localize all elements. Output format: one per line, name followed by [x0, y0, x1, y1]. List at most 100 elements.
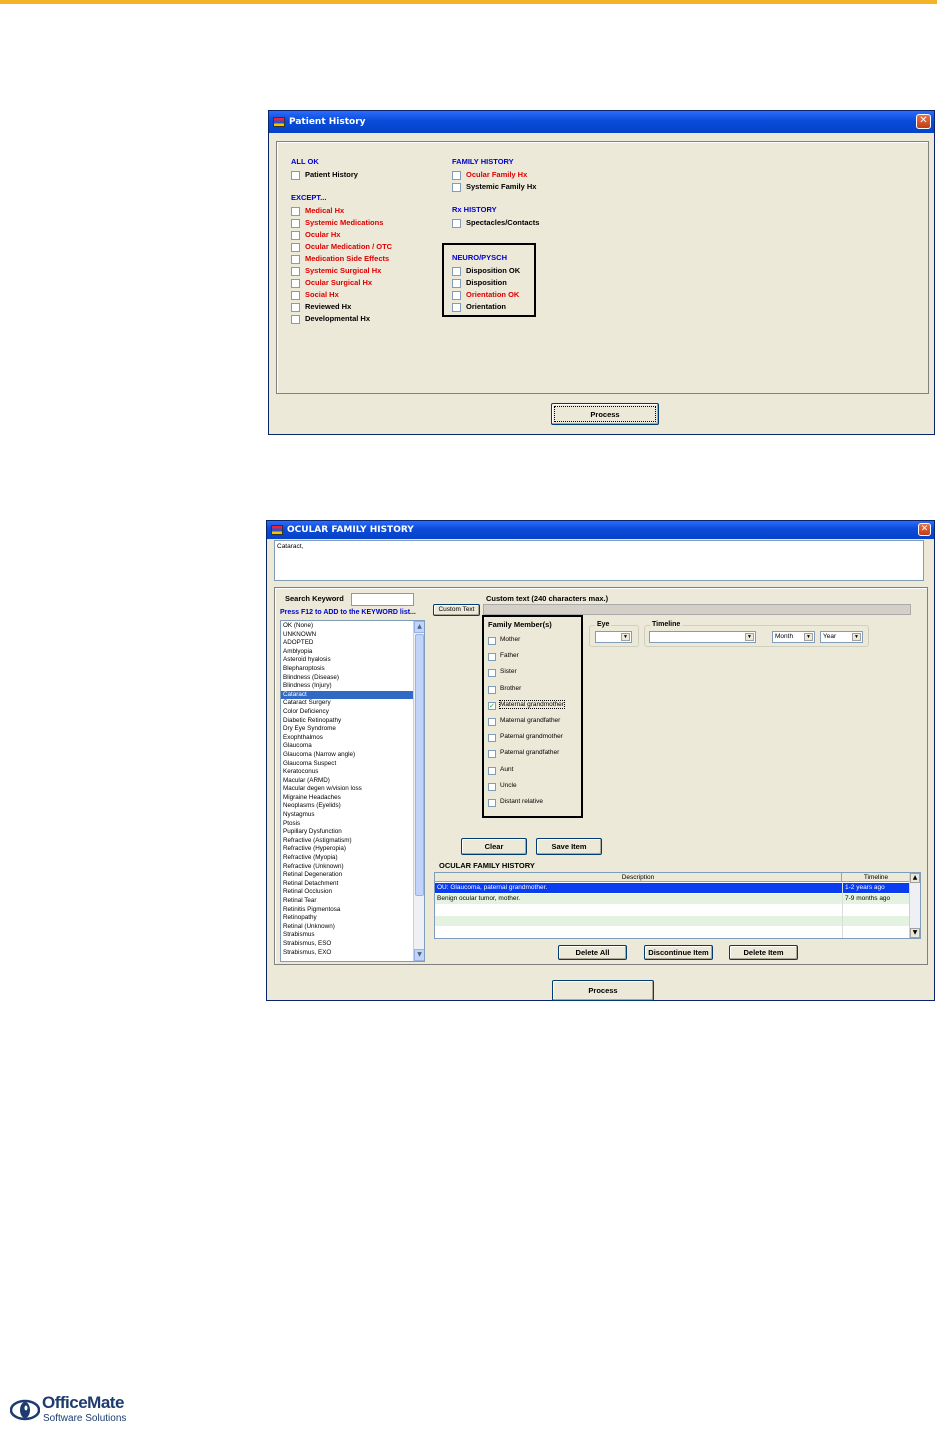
eye-select[interactable]: ▼: [595, 631, 632, 643]
list-item[interactable]: Asteroid hyalosis: [281, 656, 414, 665]
list-item[interactable]: Macular (ARMD): [281, 777, 414, 786]
list-item[interactable]: Retinal Detachment: [281, 880, 414, 889]
checkbox[interactable]: [291, 279, 300, 288]
list-item[interactable]: Blindness (Injury): [281, 682, 414, 691]
keyword-scrollbar[interactable]: ▲ ▼: [413, 621, 424, 961]
checkbox[interactable]: [452, 291, 461, 300]
checked-checkbox[interactable]: ✓: [488, 701, 496, 710]
list-item[interactable]: Retinal Occlusion: [281, 888, 414, 897]
scroll-up-icon[interactable]: ▲: [414, 621, 424, 633]
process-button[interactable]: Process: [551, 403, 659, 425]
table-row[interactable]: [435, 927, 909, 937]
scroll-up-icon[interactable]: ▲: [910, 873, 920, 883]
summary-textarea[interactable]: Cataract,: [274, 540, 924, 581]
clear-button[interactable]: Clear: [461, 838, 527, 855]
checkbox[interactable]: [452, 267, 461, 276]
checkbox[interactable]: [452, 303, 461, 312]
history-scrollbar[interactable]: ▲ ▼: [909, 873, 920, 938]
scroll-down-icon[interactable]: ▼: [910, 928, 920, 938]
scroll-down-icon[interactable]: ▼: [414, 949, 424, 961]
list-item[interactable]: Retinal (Unknown): [281, 923, 414, 932]
list-item[interactable]: Macular degen w/vision loss: [281, 785, 414, 794]
year-select[interactable]: Year ▼: [820, 631, 863, 643]
list-item[interactable]: Nystagmus: [281, 811, 414, 820]
list-item[interactable]: Strabismus: [281, 931, 414, 940]
list-item[interactable]: Glaucoma (Narrow angle): [281, 751, 414, 760]
search-keyword-input[interactable]: [351, 593, 414, 606]
list-item[interactable]: Blindness (Disease): [281, 674, 414, 683]
custom-text-button[interactable]: Custom Text: [433, 604, 480, 616]
checkbox[interactable]: [291, 291, 300, 300]
list-item[interactable]: OK (None): [281, 622, 414, 631]
list-item[interactable]: Refractive (Myopia): [281, 854, 414, 863]
list-item[interactable]: Refractive (Hyperopia): [281, 845, 414, 854]
list-item[interactable]: Cataract Surgery: [281, 699, 414, 708]
list-item[interactable]: ADOPTED: [281, 639, 414, 648]
timeline-select[interactable]: ▼: [649, 631, 756, 643]
list-item[interactable]: Retinitis Pigmentosa: [281, 906, 414, 915]
table-row[interactable]: [435, 905, 909, 915]
title-bar[interactable]: Patient History ✕: [269, 111, 934, 133]
checkbox[interactable]: [488, 750, 496, 759]
chevron-down-icon[interactable]: ▼: [745, 633, 754, 641]
checkbox[interactable]: [291, 315, 300, 324]
list-item[interactable]: Migraine Headaches: [281, 794, 414, 803]
save-item-button[interactable]: Save Item: [536, 838, 602, 855]
process-button[interactable]: Process: [552, 980, 654, 1001]
list-item[interactable]: Pupillary Dysfunction: [281, 828, 414, 837]
close-icon[interactable]: ✕: [918, 523, 931, 536]
list-item[interactable]: Retinal Tear: [281, 897, 414, 906]
chevron-down-icon[interactable]: ▼: [852, 633, 861, 641]
list-item[interactable]: Neoplasms (Eyelids): [281, 802, 414, 811]
checkbox[interactable]: [452, 279, 461, 288]
col-description[interactable]: Description: [435, 873, 842, 882]
checkbox[interactable]: [291, 267, 300, 276]
checkbox[interactable]: [488, 718, 496, 726]
list-item[interactable]: Retinal Degeneration: [281, 871, 414, 880]
list-item[interactable]: Dry Eye Syndrome: [281, 725, 414, 734]
list-item[interactable]: Blepharoptosis: [281, 665, 414, 674]
list-item[interactable]: UNKNOWN: [281, 631, 414, 640]
list-item[interactable]: Strabismus, EXO: [281, 949, 414, 958]
checkbox[interactable]: [452, 171, 461, 180]
discontinue-item-button[interactable]: Discontinue Item: [644, 945, 713, 960]
title-bar[interactable]: OCULAR FAMILY HISTORY ✕: [267, 521, 934, 539]
checkbox[interactable]: [488, 653, 496, 662]
delete-all-button[interactable]: Delete All: [558, 945, 627, 960]
close-icon[interactable]: ✕: [916, 114, 931, 129]
keyword-listbox[interactable]: OK (None) UNKNOWN ADOPTED Amblyopia Asteroid…: [280, 620, 425, 962]
list-item[interactable]: Ptosis: [281, 820, 414, 829]
list-item[interactable]: Glaucoma: [281, 742, 414, 751]
table-row[interactable]: OU: Glaucoma, paternal grandmother. 1-2 y…: [435, 883, 909, 893]
checkbox[interactable]: [291, 303, 300, 312]
list-item[interactable]: Exophthalmos: [281, 734, 414, 743]
table-row[interactable]: [435, 916, 909, 926]
list-item[interactable]: Glaucoma Suspect: [281, 760, 414, 769]
checkbox[interactable]: [488, 799, 496, 807]
list-item[interactable]: Retinopathy: [281, 914, 414, 923]
checkbox[interactable]: [488, 637, 496, 645]
checkbox[interactable]: [452, 219, 461, 228]
list-item[interactable]: Color Deficiency: [281, 708, 414, 717]
chevron-down-icon[interactable]: ▼: [621, 633, 630, 641]
list-item[interactable]: Diabetic Retinopathy: [281, 717, 414, 726]
checkbox[interactable]: [291, 171, 300, 180]
checkbox[interactable]: [488, 782, 496, 791]
checkbox[interactable]: [488, 669, 496, 678]
list-item[interactable]: Refractive (Unknown): [281, 863, 414, 872]
month-select[interactable]: Month ▼: [772, 631, 815, 643]
list-item[interactable]: Strabismus, ESO: [281, 940, 414, 949]
checkbox[interactable]: [291, 231, 300, 240]
checkbox[interactable]: [291, 243, 300, 252]
list-item[interactable]: Cataract: [281, 690, 414, 700]
checkbox[interactable]: [291, 207, 300, 216]
col-timeline[interactable]: Timeline: [843, 873, 909, 882]
scroll-thumb[interactable]: [415, 634, 424, 896]
checkbox[interactable]: [488, 734, 496, 743]
custom-text-input[interactable]: [483, 604, 911, 615]
table-row[interactable]: Benign ocular tumor, mother. 7-9 months a…: [435, 894, 909, 904]
list-item[interactable]: Refractive (Astigmatism): [281, 837, 414, 846]
delete-item-button[interactable]: Delete Item: [729, 945, 798, 960]
list-item[interactable]: Keratoconus: [281, 768, 414, 777]
list-item[interactable]: Amblyopia: [281, 648, 414, 657]
